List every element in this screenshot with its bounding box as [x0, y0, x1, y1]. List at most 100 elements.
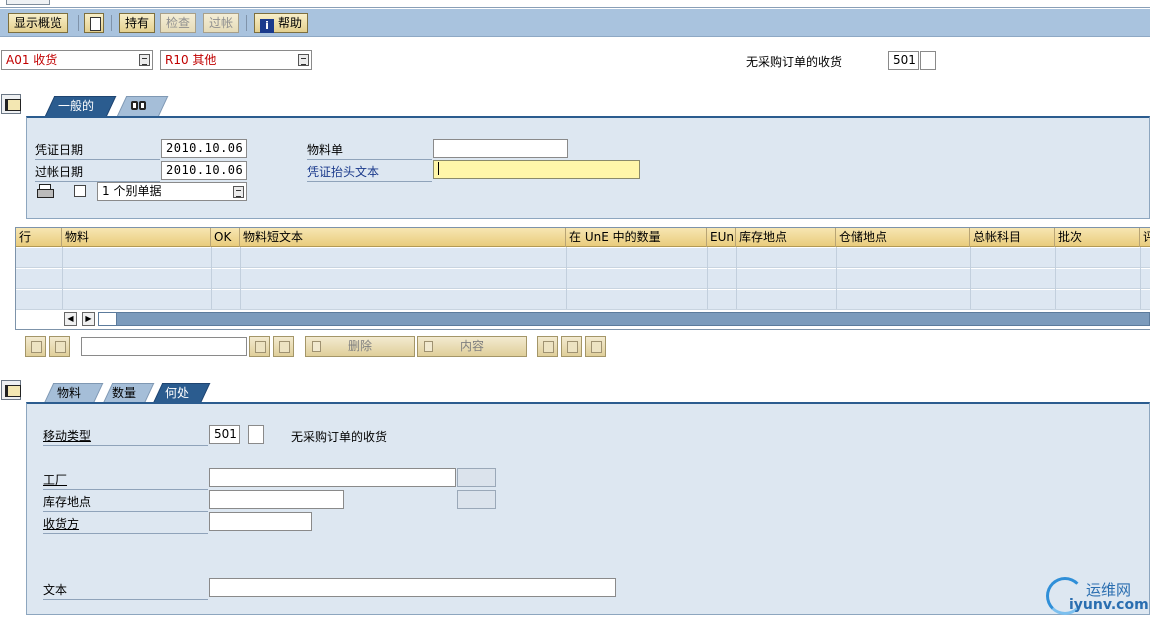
tab-material[interactable]: 物料	[44, 383, 104, 403]
help-button[interactable]: i 帮助	[254, 13, 309, 33]
grid-search-field[interactable]	[81, 337, 247, 356]
select-all-icon[interactable]	[537, 336, 558, 357]
print-option-value: 1 个别单据	[102, 184, 162, 198]
post-button[interactable]: 过帐	[203, 13, 240, 33]
col-header[interactable]: 评	[1140, 228, 1150, 247]
col-header[interactable]: 物料	[62, 228, 211, 247]
storage-location-description-field	[457, 490, 496, 509]
filter-icon[interactable]	[49, 336, 70, 357]
reference-dropdown[interactable]: R10 其他	[160, 50, 312, 70]
column-divider	[736, 247, 737, 309]
toolbar-separator	[246, 15, 247, 31]
print-checkbox[interactable]	[74, 185, 86, 197]
dropdown-list-icon[interactable]	[233, 186, 244, 198]
table-row[interactable]	[16, 248, 1150, 268]
tab-quantity[interactable]: 数量	[103, 383, 155, 403]
toolbar-separator	[111, 15, 112, 31]
toolbar-separator	[78, 15, 79, 31]
scroll-left-icon[interactable]: ◀	[64, 312, 77, 326]
check-button[interactable]: 检查	[160, 13, 197, 33]
scrollbar-thumb[interactable]	[99, 313, 117, 325]
col-header[interactable]: 物料短文本	[240, 228, 566, 247]
scroll-right-icon[interactable]: ▶	[82, 312, 95, 326]
find-icon[interactable]	[249, 336, 270, 357]
tab-general-label: 一般的	[57, 99, 94, 113]
col-header[interactable]: 仓储地点	[836, 228, 970, 247]
glasses-lens-right	[139, 101, 146, 110]
header-text-field[interactable]	[433, 160, 640, 179]
text-cursor	[438, 162, 439, 175]
movement-type-special-field[interactable]	[248, 425, 264, 444]
items-table: 行 物料 OK 物料短文本 在 UnE 中的数量 EUn 库存地点 仓储地点 总…	[15, 227, 1150, 330]
movement-code-field[interactable]: 501	[888, 51, 919, 70]
table-header: 行 物料 OK 物料短文本 在 UnE 中的数量 EUn 库存地点 仓储地点 总…	[16, 228, 1150, 247]
plant-label: 工厂	[43, 471, 208, 490]
column-divider	[707, 247, 708, 309]
show-overview-button[interactable]: 显示概览	[8, 13, 69, 33]
movement-type-label: 移动类型	[43, 427, 208, 446]
table-row[interactable]	[16, 269, 1150, 289]
table-row[interactable]	[16, 290, 1150, 310]
deselect-icon[interactable]	[561, 336, 582, 357]
doc-date-field[interactable]: 2010.10.06	[161, 139, 247, 158]
plant-description-field	[457, 468, 496, 487]
column-divider	[1055, 247, 1056, 309]
posting-date-field[interactable]: 2010.10.06	[161, 161, 247, 180]
printer-icon	[37, 184, 54, 198]
glasses-icon	[131, 98, 147, 112]
content-button[interactable]: 内容	[417, 336, 527, 357]
new-document-icon[interactable]	[84, 13, 104, 33]
column-divider	[566, 247, 567, 309]
col-header[interactable]: 总帐科目	[970, 228, 1055, 247]
movement-description: 无采购订单的收货	[746, 55, 843, 69]
col-header[interactable]: 库存地点	[736, 228, 836, 247]
window-tab-stub	[6, 0, 50, 5]
col-header[interactable]: EUn	[707, 228, 736, 247]
text-field[interactable]	[209, 578, 616, 597]
col-header[interactable]: OK	[211, 228, 240, 247]
window-top-strip	[0, 0, 1150, 8]
print-list-icon[interactable]	[25, 336, 46, 357]
column-divider	[836, 247, 837, 309]
hold-button[interactable]: 持有	[119, 13, 156, 33]
dropdown-list-icon[interactable]	[139, 54, 150, 66]
col-header[interactable]: 批次	[1055, 228, 1140, 247]
tab-quantity-label: 数量	[111, 386, 136, 400]
delete-label: 删除	[347, 339, 372, 353]
receiver-label: 收货方	[43, 515, 208, 534]
plant-field[interactable]	[209, 468, 456, 487]
find-next-icon[interactable]	[273, 336, 294, 357]
posting-date-label: 过帐日期	[35, 163, 160, 182]
tab-where-label: 何处	[164, 386, 189, 400]
movement-special-field[interactable]	[920, 51, 936, 70]
content-label: 内容	[459, 339, 484, 353]
info-icon: i	[260, 19, 274, 33]
col-header[interactable]: 在 UnE 中的数量	[566, 228, 707, 247]
storage-location-field[interactable]	[209, 490, 344, 509]
delete-button[interactable]: 删除	[305, 336, 415, 357]
column-divider	[970, 247, 971, 309]
material-slip-field[interactable]	[433, 139, 568, 158]
movement-type-field[interactable]: 501	[209, 425, 240, 444]
details-icon[interactable]	[585, 336, 606, 357]
header-text-label: 凭证抬头文本	[307, 163, 432, 182]
material-slip-label: 物料单	[307, 141, 432, 160]
doc-date-label: 凭证日期	[35, 141, 160, 160]
tab-material-label: 物料	[56, 386, 81, 400]
collapse-detail-icon[interactable]	[1, 380, 21, 400]
tab-general[interactable]: 一般的	[45, 96, 117, 116]
transaction-value: A01 收货	[6, 53, 58, 67]
receiver-field[interactable]	[209, 512, 312, 531]
tab-where[interactable]: 何处	[153, 383, 211, 403]
transaction-dropdown[interactable]: A01 收货	[1, 50, 153, 70]
print-option-dropdown[interactable]: 1 个别单据	[97, 182, 247, 201]
col-header[interactable]: 行	[16, 228, 62, 247]
dropdown-list-icon[interactable]	[298, 54, 309, 66]
trash-icon	[312, 341, 321, 352]
collapse-header-icon[interactable]	[1, 94, 21, 114]
horizontal-scrollbar[interactable]	[98, 312, 1150, 326]
glasses-lens-left	[131, 101, 138, 110]
reference-value: R10 其他	[165, 53, 217, 67]
storage-location-label: 库存地点	[43, 493, 208, 512]
text-label: 文本	[43, 581, 208, 600]
